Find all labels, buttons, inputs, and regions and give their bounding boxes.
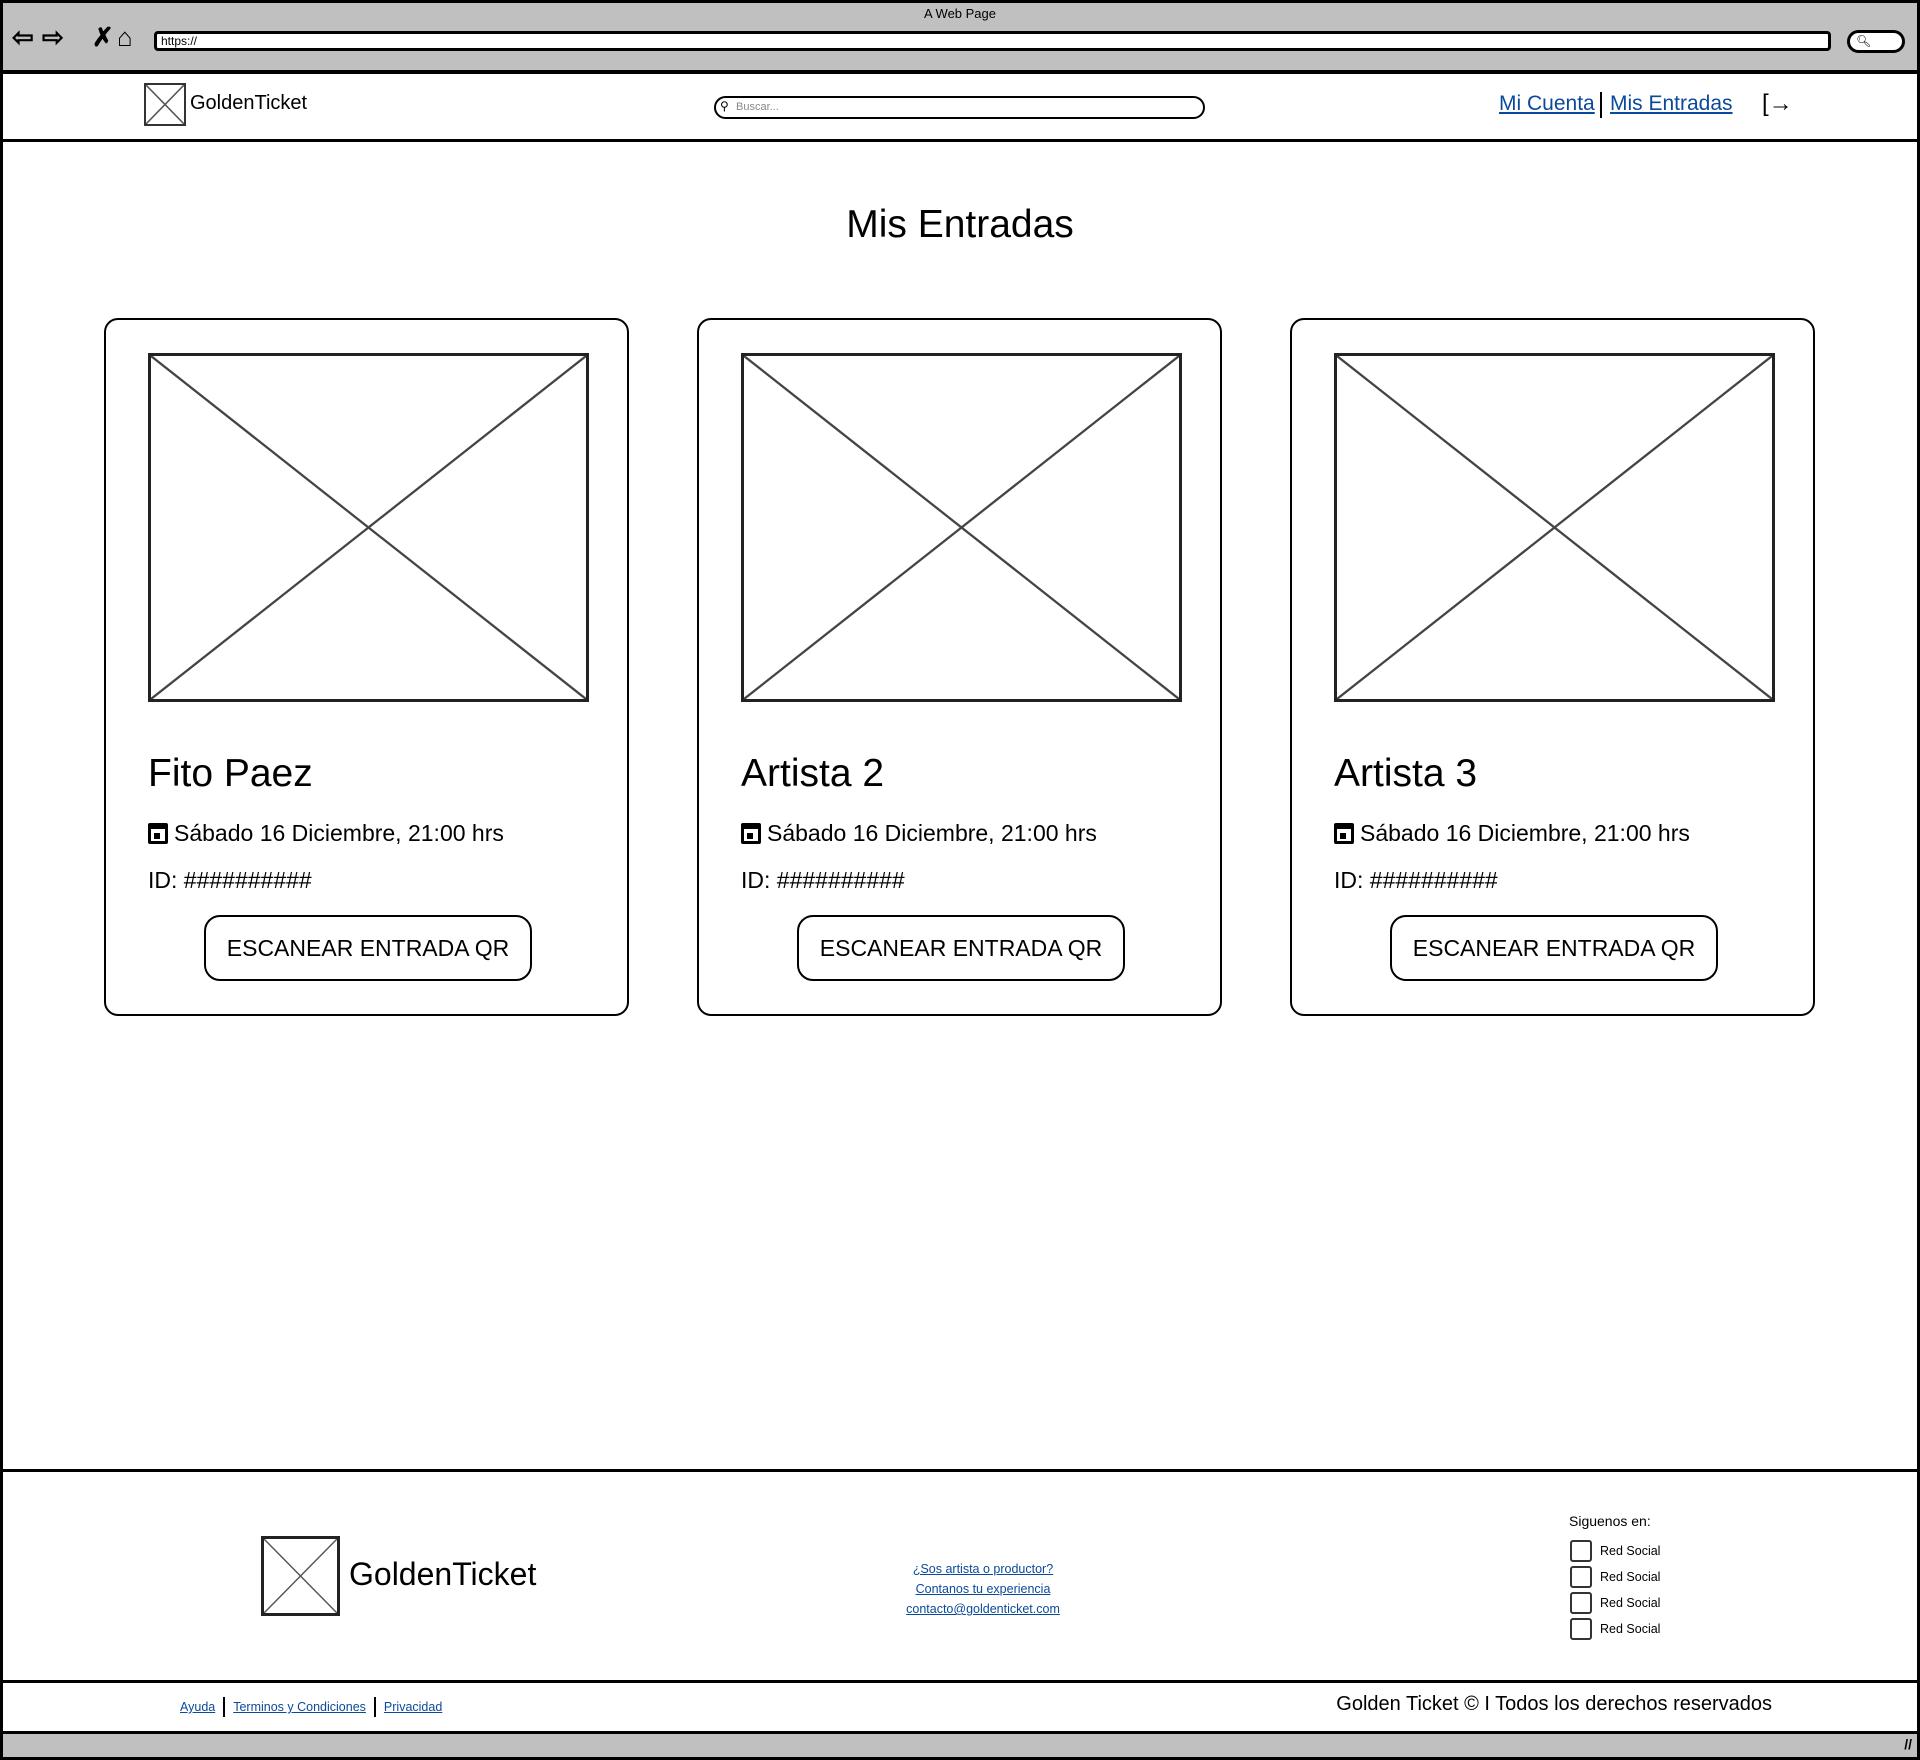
social-icon bbox=[1570, 1566, 1592, 1588]
calendar-icon bbox=[148, 823, 168, 844]
follow-label: Siguenos en: bbox=[1569, 1513, 1651, 1529]
ticket-card: Artista 3 Sábado 16 Diciembre, 21:00 hrs… bbox=[1290, 318, 1815, 1016]
ticket-id: ID: ########## bbox=[741, 867, 905, 893]
social-icon bbox=[1570, 1618, 1592, 1640]
window-title: A Web Page bbox=[923, 6, 997, 21]
social-label: Red Social bbox=[1600, 1570, 1661, 1584]
url-bar[interactable]: https:// bbox=[154, 31, 1831, 51]
footer-divider bbox=[0, 1469, 1920, 1472]
privacy-link[interactable]: Privacidad bbox=[384, 1700, 442, 1714]
footer-logo-image bbox=[261, 1536, 340, 1616]
home-icon[interactable]: ⌂ bbox=[117, 24, 133, 50]
my-account-link[interactable]: Mi Cuenta bbox=[1499, 92, 1595, 116]
contact-email-link[interactable]: contacto@goldenticket.com bbox=[906, 1602, 1060, 1616]
event-image bbox=[741, 353, 1182, 702]
nav-divider bbox=[1600, 92, 1602, 118]
event-image bbox=[1334, 353, 1775, 702]
scan-qr-button[interactable]: ESCANEAR ENTRADA QR bbox=[204, 915, 532, 981]
scan-qr-button[interactable]: ESCANEAR ENTRADA QR bbox=[797, 915, 1125, 981]
legal-links: Ayuda Terminos y Condiciones Privacidad bbox=[180, 1697, 442, 1717]
search-icon: ⚲ bbox=[720, 99, 729, 113]
browser-search-button[interactable]: 🔍︎ bbox=[1847, 30, 1905, 53]
search-input[interactable]: Buscar... bbox=[714, 96, 1205, 119]
social-label: Red Social bbox=[1600, 1596, 1661, 1610]
event-image bbox=[148, 353, 589, 702]
social-item[interactable]: Red Social bbox=[1570, 1566, 1660, 1588]
resize-grip-icon[interactable]: // bbox=[1904, 1736, 1912, 1752]
event-date: Sábado 16 Diciembre, 21:00 hrs bbox=[741, 820, 1097, 847]
social-icon bbox=[1570, 1592, 1592, 1614]
social-label: Red Social bbox=[1600, 1544, 1661, 1558]
social-label: Red Social bbox=[1600, 1622, 1661, 1636]
footer-logo-text: GoldenTicket bbox=[349, 1556, 537, 1592]
terms-link[interactable]: Terminos y Condiciones bbox=[233, 1700, 366, 1714]
my-tickets-link[interactable]: Mis Entradas bbox=[1610, 92, 1733, 116]
logout-icon[interactable]: [→ bbox=[1762, 90, 1793, 118]
scan-qr-button[interactable]: ESCANEAR ENTRADA QR bbox=[1390, 915, 1718, 981]
event-date: Sábado 16 Diciembre, 21:00 hrs bbox=[148, 820, 504, 847]
artist-name: Artista 2 bbox=[741, 752, 885, 795]
event-date: Sábado 16 Diciembre, 21:00 hrs bbox=[1334, 820, 1690, 847]
calendar-icon bbox=[741, 823, 761, 844]
link-divider bbox=[373, 1697, 376, 1717]
link-divider bbox=[223, 1697, 226, 1717]
social-icon bbox=[1570, 1540, 1592, 1562]
footer-bottom-divider bbox=[0, 1680, 1920, 1683]
footer-contact-links: ¿Sos artista o productor? Contanos tu ex… bbox=[860, 1559, 1106, 1619]
artist-name: Artista 3 bbox=[1334, 752, 1478, 795]
social-item[interactable]: Red Social bbox=[1570, 1618, 1660, 1640]
event-date-text: Sábado 16 Diciembre, 21:00 hrs bbox=[1360, 820, 1690, 846]
social-item[interactable]: Red Social bbox=[1570, 1540, 1660, 1562]
close-icon[interactable]: ✗ bbox=[92, 24, 114, 50]
event-date-text: Sábado 16 Diciembre, 21:00 hrs bbox=[174, 820, 504, 846]
calendar-icon bbox=[1334, 823, 1354, 844]
artist-name: Fito Paez bbox=[148, 752, 313, 795]
social-item[interactable]: Red Social bbox=[1570, 1592, 1660, 1614]
feedback-link[interactable]: Contanos tu experiencia bbox=[916, 1582, 1051, 1596]
help-link[interactable]: Ayuda bbox=[180, 1700, 215, 1714]
logo-image[interactable] bbox=[144, 83, 186, 126]
page-title: Mis Entradas bbox=[846, 203, 1074, 246]
forward-icon[interactable]: ⇨ bbox=[42, 24, 64, 50]
ticket-id: ID: ########## bbox=[148, 867, 312, 893]
browser-status-bar bbox=[0, 1731, 1920, 1760]
artist-producer-link[interactable]: ¿Sos artista o productor? bbox=[913, 1562, 1053, 1576]
ticket-card: Fito Paez Sábado 16 Diciembre, 21:00 hrs… bbox=[104, 318, 629, 1016]
search-icon: 🔍︎ bbox=[1856, 34, 1872, 48]
event-date-text: Sábado 16 Diciembre, 21:00 hrs bbox=[767, 820, 1097, 846]
copyright: Golden Ticket © I Todos los derechos res… bbox=[1336, 1693, 1772, 1715]
ticket-card: Artista 2 Sábado 16 Diciembre, 21:00 hrs… bbox=[697, 318, 1222, 1016]
ticket-id: ID: ########## bbox=[1334, 867, 1498, 893]
logo-text[interactable]: GoldenTicket bbox=[190, 92, 307, 115]
back-icon[interactable]: ⇦ bbox=[12, 24, 34, 50]
